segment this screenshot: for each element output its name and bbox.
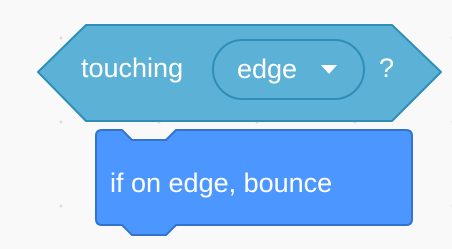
chevron-down-icon: [321, 65, 337, 74]
edge-dropdown-value: edge: [237, 54, 298, 84]
bounce-block-label: if on edge, bounce: [110, 168, 333, 198]
question-mark-label: ?: [379, 53, 395, 83]
blocks-canvas: [37, 24, 442, 236]
touching-label: touching: [81, 53, 184, 83]
edge-dropdown-menu[interactable]: edge: [212, 39, 365, 100]
